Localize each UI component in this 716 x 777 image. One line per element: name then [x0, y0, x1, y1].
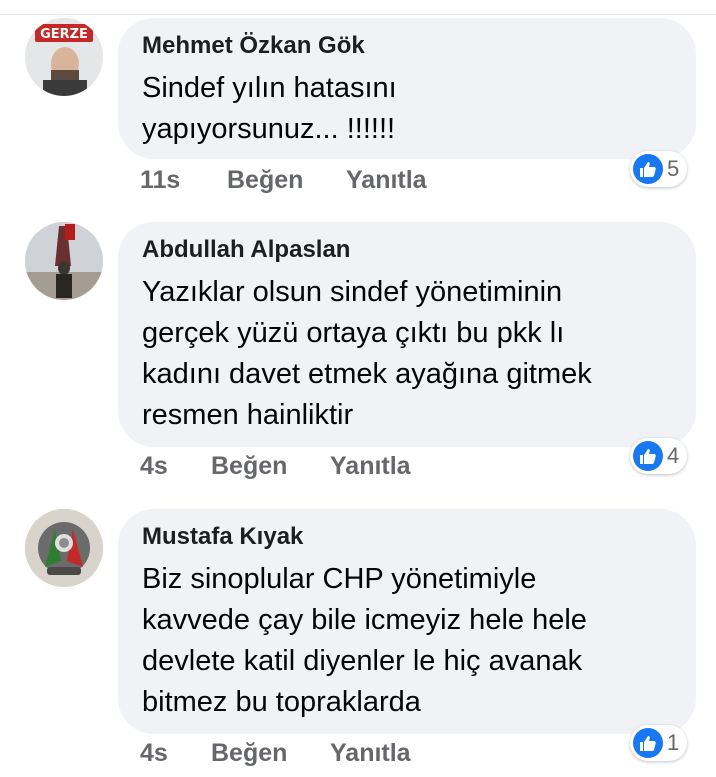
reply-button[interactable]: Yanıtla	[330, 452, 411, 481]
comment-text-line: Yazıklar olsun sindef yönetiminin	[142, 276, 563, 308]
avatar[interactable]	[25, 222, 103, 300]
comment-author[interactable]: Mustafa Kıyak	[142, 523, 303, 551]
comment-actions: 11s Beğen Yanıtla	[0, 166, 716, 198]
like-thumb-icon	[633, 728, 663, 758]
avatar-sign-text: GERZE	[40, 27, 88, 42]
avatar[interactable]	[25, 509, 103, 587]
comment-author[interactable]: Mehmet Özkan Gök	[142, 32, 365, 60]
reaction-count: 4	[667, 443, 680, 468]
reply-button[interactable]: Yanıtla	[346, 166, 427, 195]
reaction-badge[interactable]: 5	[630, 151, 688, 187]
comment-text: Sindef yılın hatasını yapıyorsunuz... !!…	[142, 68, 682, 150]
like-button[interactable]: Beğen	[211, 739, 287, 768]
reaction-count: 1	[667, 730, 680, 755]
comment-author[interactable]: Abdullah Alpaslan	[142, 236, 350, 264]
avatar-image	[25, 222, 103, 300]
comment-text-line: resmen hainliktir	[142, 399, 354, 431]
comment-text-line: Biz sinoplular CHP yönetimiyle	[142, 563, 537, 595]
comment-text-line: kavvede çay bile icmeyiz hele hele	[142, 604, 587, 636]
comment-bubble: Mustafa Kıyak Biz sinoplular CHP yönetim…	[118, 509, 696, 734]
comment-time[interactable]: 11s	[140, 166, 180, 195]
comment-time[interactable]: 4s	[140, 739, 168, 768]
like-thumb-icon	[633, 154, 663, 184]
like-button[interactable]: Beğen	[227, 166, 303, 195]
top-divider	[0, 14, 716, 15]
comment-text-line: Sindef yılın hatasını	[142, 72, 397, 104]
avatar-image: GERZE	[25, 18, 103, 96]
reaction-badge[interactable]: 1	[630, 725, 688, 761]
comment-text: Biz sinoplular CHP yönetimiyle kavvede ç…	[142, 559, 682, 723]
comment-bubble: Mehmet Özkan Gök Sindef yılın hatasını y…	[118, 18, 696, 159]
comment-text-line: kadını davet etmek ayağına gitmek	[142, 358, 592, 390]
like-button[interactable]: Beğen	[211, 452, 287, 481]
comment-text-line: yapıyorsunuz... !!!!!!	[142, 113, 396, 145]
comment-text-line: devlete katil diyenler le hiç avanak	[142, 645, 583, 677]
avatar-image	[25, 509, 103, 587]
like-thumb-icon	[633, 441, 663, 471]
reaction-badge[interactable]: 4	[630, 438, 688, 474]
comment-actions: 4s Beğen Yanıtla	[0, 452, 716, 484]
comment-text-line: gerçek yüzü ortaya çıktı bu pkk lı	[142, 317, 565, 349]
reaction-count: 5	[667, 156, 680, 181]
reply-button[interactable]: Yanıtla	[330, 739, 411, 768]
comment-bubble: Abdullah Alpaslan Yazıklar olsun sindef …	[118, 222, 696, 447]
comment-text: Yazıklar olsun sindef yönetiminin gerçek…	[142, 272, 682, 436]
comment-time[interactable]: 4s	[140, 452, 168, 481]
comment-text-line: bitmez bu topraklarda	[142, 686, 421, 718]
avatar[interactable]: GERZE	[25, 18, 103, 96]
comment-actions: 4s Beğen Yanıtla	[0, 739, 716, 771]
